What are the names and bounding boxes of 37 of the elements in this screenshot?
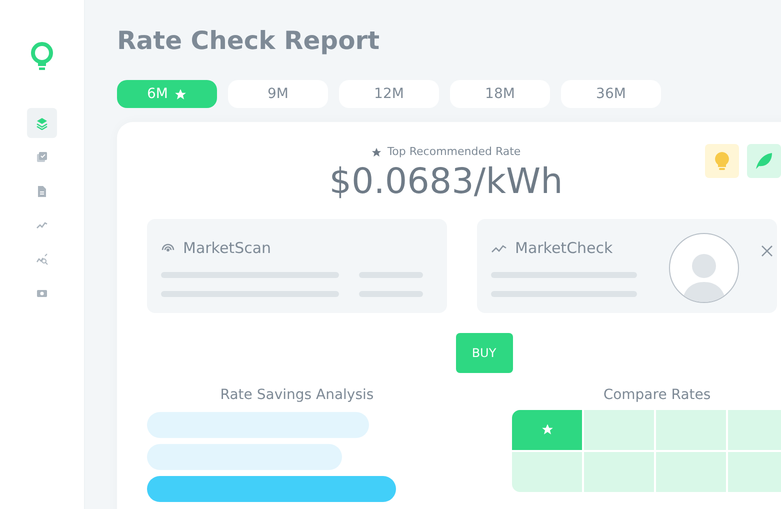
lightbulb-icon [715, 152, 729, 170]
star-icon [371, 146, 382, 158]
rate-cell[interactable] [728, 410, 781, 450]
rate-cell[interactable] [584, 452, 654, 492]
buy-button[interactable]: BUY [456, 332, 512, 372]
chart-search-icon [36, 252, 48, 266]
document-icon [36, 184, 48, 198]
leaf-tile[interactable] [747, 144, 781, 178]
rate-cell[interactable] [656, 410, 726, 450]
leaf-icon [755, 152, 773, 170]
page-title: Rate Check Report [117, 26, 381, 56]
panel-title: MarketCheck [515, 238, 613, 258]
sidebar-item[interactable] [27, 108, 57, 138]
term-tab[interactable]: 36M [561, 80, 661, 108]
star-icon [540, 423, 554, 436]
lightbulb-tile[interactable] [705, 144, 739, 178]
checkbox-icon [36, 150, 48, 164]
panel-title: MarketScan [183, 238, 272, 258]
rate-cell[interactable] [728, 452, 781, 492]
rate-cell[interactable] [512, 410, 582, 450]
caption-text: Top Recommended Rate [387, 144, 521, 160]
lightbulb-logo [30, 42, 54, 72]
term-tab[interactable]: 18M [450, 80, 550, 108]
rate-cell[interactable] [584, 410, 654, 450]
trend-icon [491, 242, 507, 253]
term-tab[interactable]: 9M [228, 80, 328, 108]
term-tab[interactable]: 6M [117, 80, 217, 108]
rate-cell[interactable] [512, 452, 582, 492]
rate-value: $0.0683/kWh [329, 160, 563, 202]
term-tab[interactable]: 12M [339, 80, 439, 108]
savings-title: Rate Savings Analysis [219, 386, 375, 404]
rate-cell[interactable] [656, 452, 726, 492]
compare-title: Compare Rates [602, 386, 712, 404]
close-icon[interactable] [761, 245, 773, 258]
star-icon [174, 88, 187, 100]
layers-icon [36, 116, 48, 130]
signal-icon [161, 241, 175, 254]
